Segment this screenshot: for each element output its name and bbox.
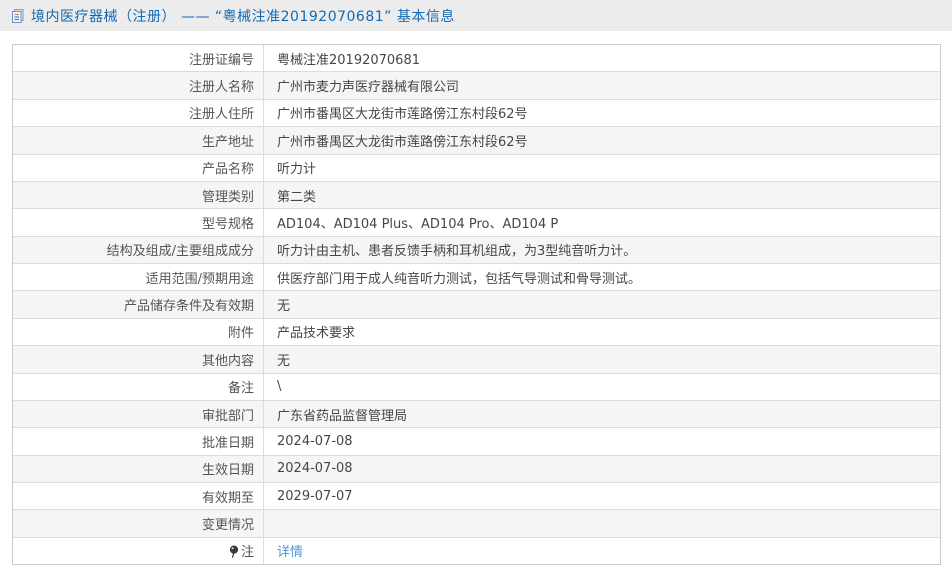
- row-value: 2024-07-08: [277, 461, 353, 477]
- row-label-text: 其他内容: [201, 353, 254, 369]
- row-label: 产品名称: [13, 154, 264, 181]
- row-label-text: 注: [240, 545, 254, 561]
- table-row: 产品储存条件及有效期 无: [13, 291, 940, 319]
- row-label: 生效日期: [13, 455, 264, 482]
- row-label: 产品储存条件及有效期: [13, 291, 264, 318]
- row-label: 注: [13, 537, 264, 565]
- row-label: 生产地址: [13, 127, 264, 154]
- row-label-text: 产品储存条件及有效期: [123, 299, 254, 315]
- page-header: 境内医疗器械（注册） —— “粤械注准20192070681” 基本信息: [0, 0, 952, 31]
- table-row: 注册人住所 广州市番禺区大龙街市莲路傍江东村段62号: [13, 99, 940, 128]
- row-value: 第二类: [277, 189, 317, 205]
- row-label: 注册证编号: [13, 45, 264, 72]
- row-label: 结构及组成/主要组成成分: [13, 236, 264, 263]
- table-row: 注册人名称 广州市麦力声医疗器械有限公司: [13, 72, 940, 100]
- row-value: 无: [277, 299, 291, 315]
- row-label-text: 结构及组成/主要组成成分: [106, 244, 254, 260]
- row-label-text: 生产地址: [201, 134, 254, 150]
- row-label-text: 审批部门: [201, 408, 254, 424]
- table-row: 生效日期 2024-07-08: [13, 455, 940, 483]
- table-row: 附件 产品技术要求: [13, 318, 940, 347]
- row-label: 注册人名称: [13, 72, 264, 99]
- page-title: 境内医疗器械（注册） —— “粤械注准20192070681” 基本信息: [31, 8, 455, 25]
- row-label: 附件: [13, 318, 264, 346]
- table-row: 产品名称 听力计: [13, 154, 940, 182]
- row-label-text: 有效期至: [201, 490, 254, 506]
- row-label-text: 批准日期: [201, 435, 254, 451]
- row-value: 广州市麦力声医疗器械有限公司: [277, 80, 460, 96]
- row-value: AD104、AD104 Plus、AD104 Pro、AD104 P: [277, 216, 559, 232]
- table-row: 审批部门 广东省药品监督管理局: [13, 400, 940, 429]
- row-label: 适用范围/预期用途: [13, 264, 264, 291]
- row-label: 备注: [13, 373, 264, 400]
- row-label-text: 备注: [227, 381, 254, 397]
- row-value: 2024-07-08: [277, 433, 353, 449]
- table-row: 型号规格 AD104、AD104 Plus、AD104 Pro、AD104 P: [13, 209, 940, 237]
- row-label: 有效期至: [13, 483, 264, 510]
- table-row: 批准日期 2024-07-08: [13, 428, 940, 456]
- row-label: 审批部门: [13, 400, 264, 428]
- row-value: 听力计: [277, 162, 317, 178]
- table-row: 注册证编号 粤械注准20192070681: [13, 45, 940, 73]
- row-label: 注册人住所: [13, 99, 264, 127]
- row-value: 广东省药品监督管理局: [277, 408, 408, 424]
- row-value: 供医疗部门用于成人纯音听力测试，包括气导测试和骨导测试。: [277, 271, 642, 287]
- row-value: 2029-07-07: [277, 488, 353, 504]
- row-value: \: [277, 379, 282, 395]
- row-value: 详情: [264, 538, 940, 564]
- row-label-text: 型号规格: [201, 216, 254, 232]
- row-value: 听力计由主机、患者反馈手柄和耳机组成，为3型纯音听力计。: [277, 244, 637, 260]
- row-label: 批准日期: [13, 428, 264, 455]
- row-label-text: 生效日期: [201, 463, 254, 479]
- row-label-text: 附件: [227, 326, 254, 342]
- table-row: 注 详情: [13, 537, 940, 565]
- table-row: 其他内容 无: [13, 346, 940, 374]
- row-value: 产品技术要求: [277, 326, 356, 342]
- detail-link[interactable]: 详情: [277, 541, 303, 560]
- row-value: 无: [277, 353, 291, 369]
- table-row: 备注 \: [13, 373, 940, 401]
- row-label-text: 注册证编号: [188, 52, 254, 68]
- row-label: 型号规格: [13, 209, 264, 236]
- row-value: 广州市番禺区大龙街市莲路傍江东村段62号: [277, 134, 528, 150]
- document-icon: [10, 8, 25, 24]
- note-pin-icon: [229, 545, 239, 559]
- row-value: 广州市番禺区大龙街市莲路傍江东村段62号: [277, 107, 528, 123]
- table-row: 结构及组成/主要组成成分 听力计由主机、患者反馈手柄和耳机组成，为3型纯音听力计。: [13, 236, 940, 264]
- row-label-text: 变更情况: [201, 518, 254, 534]
- row-label-text: 注册人住所: [188, 107, 254, 123]
- row-label: 变更情况: [13, 510, 264, 537]
- table-row: 适用范围/预期用途 供医疗部门用于成人纯音听力测试，包括气导测试和骨导测试。: [13, 264, 940, 292]
- table-row: 有效期至 2029-07-07: [13, 483, 940, 511]
- row-label: 管理类别: [13, 181, 264, 209]
- registration-info-table: 注册证编号 粤械注准20192070681 注册人名称 广州市麦力声医疗器械有限公司注…: [12, 44, 941, 565]
- table-row: 变更情况: [13, 510, 940, 538]
- row-label: 其他内容: [13, 346, 264, 373]
- row-label-text: 注册人名称: [188, 80, 254, 96]
- table-row: 管理类别 第二类: [13, 181, 940, 210]
- table-row: 生产地址 广州市番禺区大龙街市莲路傍江东村段62号: [13, 127, 940, 155]
- row-label-text: 适用范围/预期用途: [145, 271, 254, 287]
- row-label-text: 管理类别: [201, 189, 254, 205]
- row-value: 粤械注准20192070681: [277, 52, 420, 68]
- row-label-text: 产品名称: [201, 162, 254, 178]
- row-value: [264, 510, 940, 536]
